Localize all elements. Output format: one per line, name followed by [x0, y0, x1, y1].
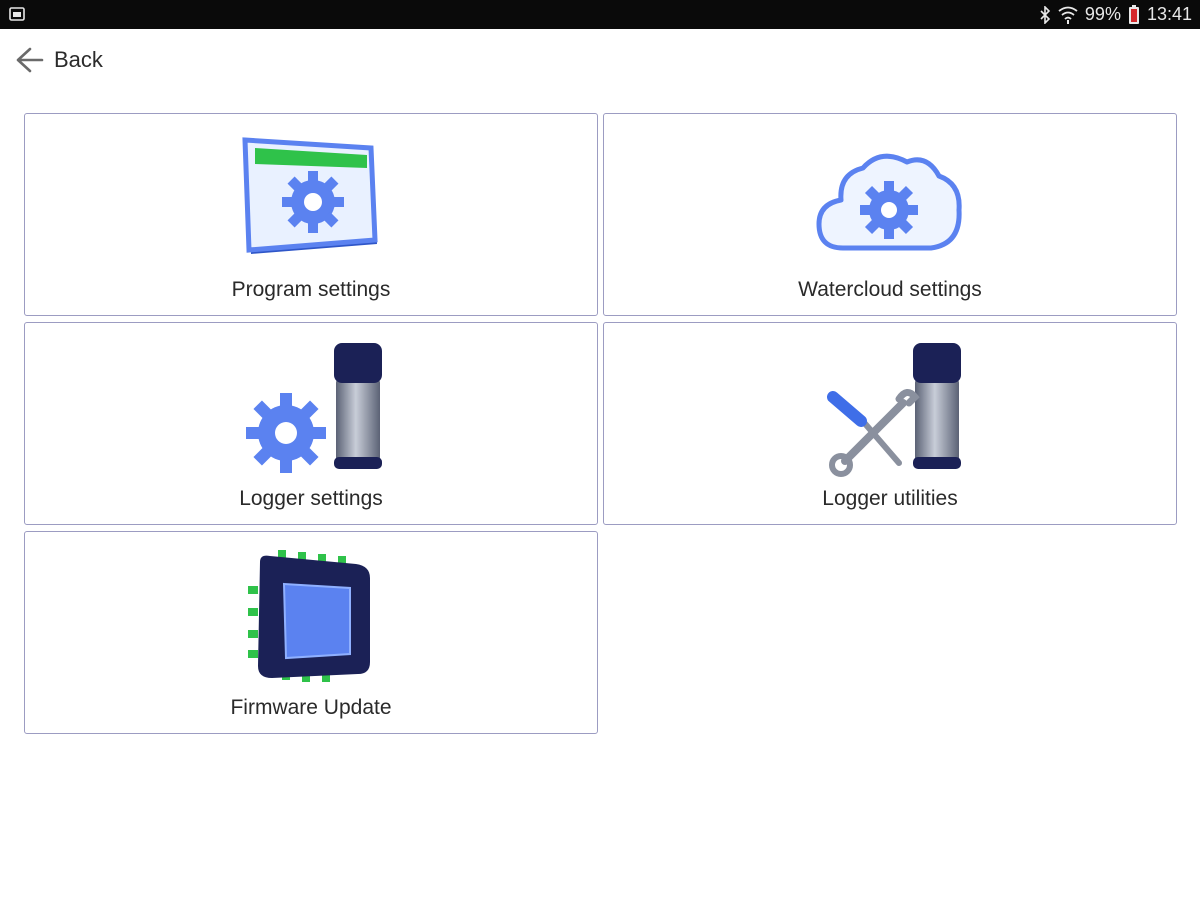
- screenshot-icon: [9, 7, 25, 21]
- tile-watercloud-settings[interactable]: Watercloud settings: [603, 113, 1177, 316]
- tile-label: Watercloud settings: [798, 278, 982, 301]
- bluetooth-icon: [1040, 5, 1051, 24]
- tile-label: Program settings: [231, 278, 391, 301]
- tile-label: Logger settings: [239, 487, 383, 510]
- cloud-gear-icon: [816, 153, 962, 251]
- status-bar: 99% 13:41: [0, 0, 1200, 29]
- back-label: Back: [54, 47, 103, 72]
- wifi-icon: [1058, 6, 1078, 24]
- tile-logger-settings[interactable]: Logger settings: [24, 322, 598, 525]
- logger-tools-icon: [827, 343, 961, 477]
- tile-firmware-update[interactable]: Firmware Update: [24, 531, 598, 734]
- tile-logger-utilities[interactable]: Logger utilities: [603, 322, 1177, 525]
- tile-program-settings[interactable]: Program settings: [24, 113, 598, 316]
- arrow-left-icon: [16, 47, 44, 73]
- chip-icon: [248, 550, 370, 682]
- tile-label: Logger utilities: [822, 487, 958, 510]
- status-time: 13:41: [1146, 4, 1192, 24]
- battery-percent: 99%: [1084, 4, 1121, 24]
- back-button[interactable]: Back: [14, 42, 103, 78]
- program-settings-icon: [242, 137, 378, 254]
- logger-gear-icon: [246, 343, 382, 473]
- battery-icon: [1128, 4, 1139, 24]
- tile-label: Firmware Update: [230, 696, 392, 719]
